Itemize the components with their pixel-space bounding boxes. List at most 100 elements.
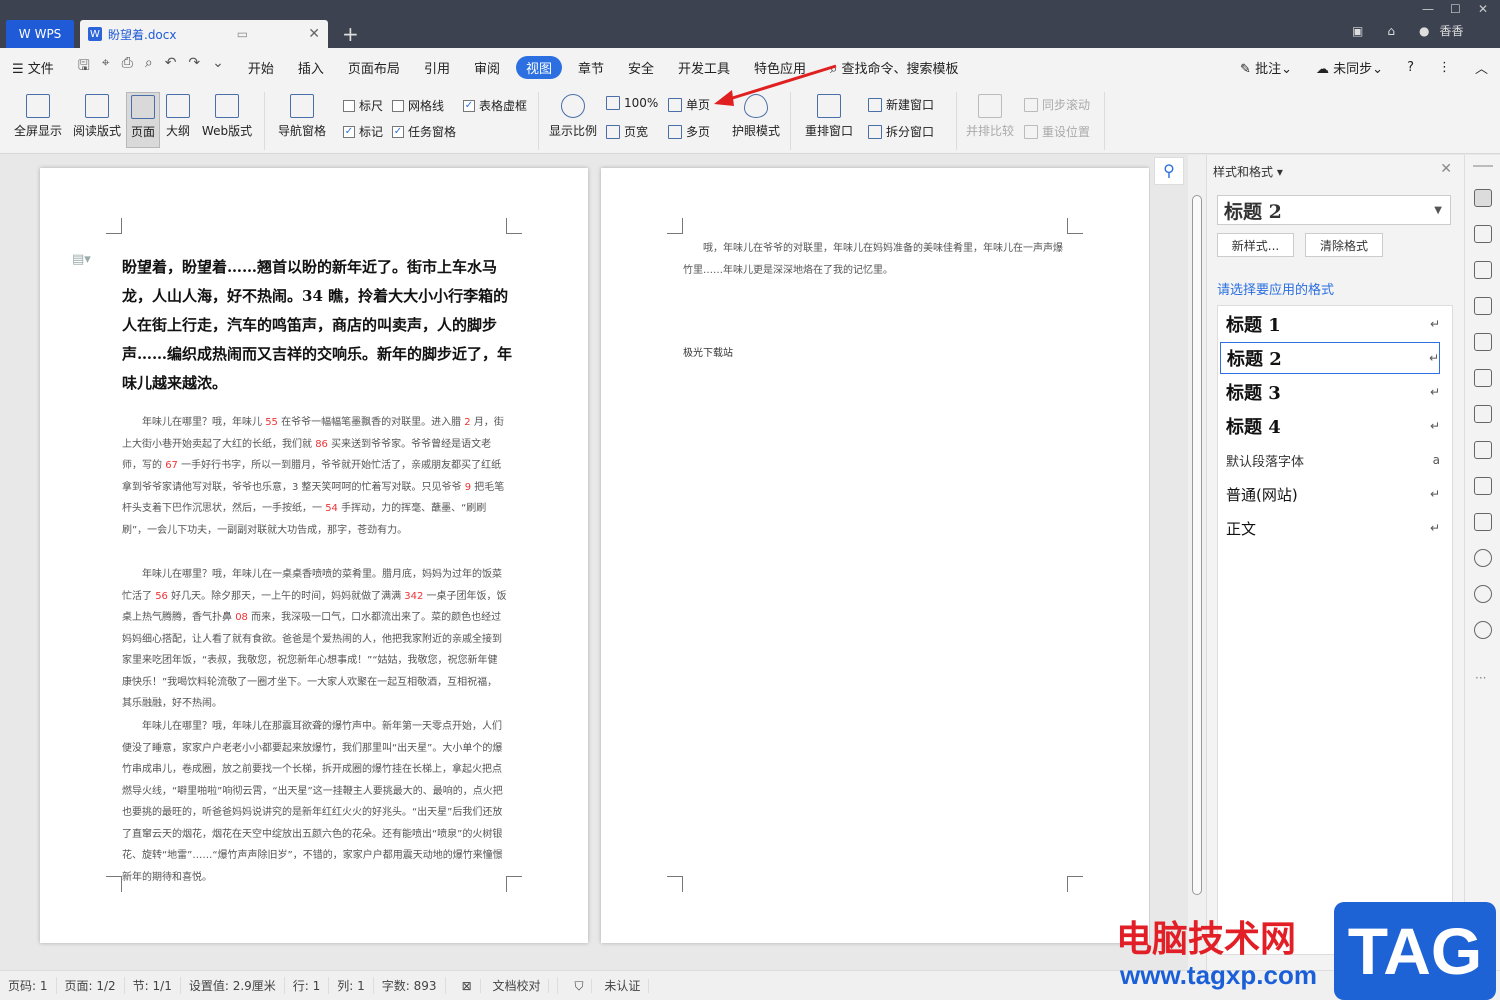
paragraph-2[interactable]: 年味儿在哪里？哦，年味儿在一桌桌香喷喷的菜肴里。腊月底，妈妈为过年的饭菜忙活了 … xyxy=(122,564,507,715)
translate-icon[interactable] xyxy=(1474,441,1492,459)
new-tab-button[interactable]: + xyxy=(342,22,359,46)
customize-dropdown-icon[interactable]: ⌄ xyxy=(212,55,224,79)
settings-sliders-icon[interactable] xyxy=(1474,369,1492,387)
select-cursor-icon[interactable] xyxy=(1474,225,1492,243)
tab-references[interactable]: 引用 xyxy=(412,58,462,77)
page-view-button[interactable]: 页面 xyxy=(126,92,160,148)
status-row[interactable]: 行: 1 xyxy=(285,977,330,994)
split-window-button[interactable]: 拆分窗口 xyxy=(868,123,934,140)
new-window-button[interactable]: 新建窗口 xyxy=(868,96,934,113)
gridlines-checkbox[interactable]: 网格线 xyxy=(392,97,444,114)
nav-pane-button[interactable]: 导航窗格 xyxy=(272,94,332,139)
current-style-select[interactable]: 标题 2 ▼ xyxy=(1217,195,1451,225)
close-panel-icon[interactable]: ✕ xyxy=(1440,161,1452,177)
style-normal-web[interactable]: 普通(网站) ↵ xyxy=(1220,478,1440,510)
user-name[interactable]: 香香 xyxy=(1439,22,1463,39)
outline-view-button[interactable]: 大纲 xyxy=(162,94,194,139)
tab-start[interactable]: 开始 xyxy=(236,58,286,77)
marks-checkbox[interactable]: ✓ 标记 xyxy=(343,123,383,140)
tab-chapter[interactable]: 章节 xyxy=(566,58,616,77)
ruler-checkbox[interactable]: 标尺 xyxy=(343,97,383,114)
table-gridlines-checkbox[interactable]: ✓ 表格虚框 xyxy=(463,97,527,114)
document-page-2[interactable]: 哦，年味儿在爷爷的对联里，年味儿在妈妈准备的美味佳肴里，年味儿在一声声爆竹里……… xyxy=(601,168,1149,943)
paragraph-1[interactable]: 年味儿在哪里？哦，年味儿 55 在爷爷一幅幅笔墨飘香的对联里。进入腊 2 月，街… xyxy=(122,412,507,541)
document-page-1[interactable]: ▤▾ 盼望着，盼望着……翘首以盼的新年近了。街市上车水马龙，人山人海，好不热闹。… xyxy=(40,168,588,943)
skin-icon[interactable]: ⌂ xyxy=(1387,24,1395,38)
drag-handle-icon[interactable] xyxy=(1473,165,1493,167)
proofread-button[interactable]: ⊠ 文档校对 xyxy=(446,977,559,994)
window-layout-icon[interactable]: ▣ xyxy=(1352,24,1363,38)
comment-button[interactable]: ✎ 批注⌄ xyxy=(1228,58,1304,77)
status-page[interactable]: 页面: 1/2 xyxy=(57,977,125,994)
status-page-number[interactable]: 页码: 1 xyxy=(0,977,57,994)
close-window-button[interactable]: ✕ xyxy=(1478,2,1488,16)
more-dots-icon[interactable]: ··· xyxy=(1475,671,1486,685)
web-layout-button[interactable]: Web版式 xyxy=(198,94,256,139)
style-default-font[interactable]: 默认段落字体 a xyxy=(1220,444,1440,476)
style-format-icon[interactable] xyxy=(1474,189,1492,207)
page-2-note[interactable]: 极光下载站 xyxy=(683,344,733,359)
location-pin-icon[interactable]: ⚲ xyxy=(1154,157,1184,185)
archive-icon[interactable] xyxy=(1474,477,1492,495)
clear-format-button[interactable]: 清除格式 xyxy=(1305,233,1383,257)
image-icon[interactable] xyxy=(1474,513,1492,531)
sync-button[interactable]: ☁ 未同步⌄ xyxy=(1304,58,1395,77)
reset-position-button[interactable]: 重设位置 xyxy=(1024,123,1090,140)
print-icon[interactable]: ⎙ xyxy=(122,55,133,79)
tab-page-layout[interactable]: 页面布局 xyxy=(336,58,412,77)
undo-icon[interactable]: ↶ xyxy=(165,55,177,79)
format-painter-icon[interactable]: ⌖ xyxy=(102,55,110,79)
task-pane-checkbox[interactable]: ✓ 任务窗格 xyxy=(392,123,456,140)
tab-insert[interactable]: 插入 xyxy=(286,58,336,77)
reading-layout-button[interactable]: 阅读版式 xyxy=(70,94,124,139)
page-width-button[interactable]: 页宽 xyxy=(606,123,648,140)
single-page-button[interactable]: 单页 xyxy=(668,96,710,113)
tab-security[interactable]: 安全 xyxy=(616,58,666,77)
shield-icon[interactable] xyxy=(1474,549,1492,567)
new-style-button[interactable]: 新样式... xyxy=(1217,233,1294,257)
style-body[interactable]: 正文 ↵ xyxy=(1220,512,1440,544)
vertical-scrollbar[interactable] xyxy=(1188,155,1206,970)
collapse-ribbon-icon[interactable]: ︿ xyxy=(1463,58,1500,77)
style-brush-icon[interactable] xyxy=(1474,297,1492,315)
print-preview-icon[interactable]: ⌕ xyxy=(145,55,153,79)
scroll-thumb[interactable] xyxy=(1192,195,1202,895)
tab-view[interactable]: 视图 xyxy=(515,55,562,79)
status-word-count[interactable]: 字数: 893 xyxy=(374,977,446,994)
table-icon[interactable] xyxy=(1474,333,1492,351)
side-by-side-button[interactable]: 并排比较 xyxy=(962,94,1018,139)
history-icon[interactable] xyxy=(1474,585,1492,603)
status-col[interactable]: 列: 1 xyxy=(329,977,374,994)
document-tab[interactable]: W 盼望着.docx ▭ ✕ xyxy=(80,20,328,48)
zoom-button[interactable]: 显示比例 xyxy=(546,94,600,139)
help-icon[interactable]: ? xyxy=(1395,60,1426,75)
redo-icon[interactable]: ↷ xyxy=(188,55,200,79)
close-tab-icon[interactable]: ✕ xyxy=(308,26,320,42)
shapes-icon[interactable] xyxy=(1474,261,1492,279)
page-2-paragraph[interactable]: 哦，年味儿在爷爷的对联里，年味儿在妈妈准备的美味佳肴里，年味儿在一声声爆竹里……… xyxy=(683,238,1068,282)
tab-review[interactable]: 审阅 xyxy=(462,58,512,77)
style-heading-4[interactable]: 标题 4 ↵ xyxy=(1220,410,1440,442)
certification-status[interactable]: ⛉ 未认证 xyxy=(558,977,657,994)
more-icon[interactable]: ⋮ xyxy=(1426,60,1463,75)
status-setting[interactable]: 设置值: 2.9厘米 xyxy=(181,977,285,994)
save-icon[interactable]: 🖫 xyxy=(78,55,90,79)
style-heading-3[interactable]: 标题 3 ↵ xyxy=(1220,376,1440,408)
style-heading-2[interactable]: 标题 2 ↵ xyxy=(1220,342,1440,374)
document-icon[interactable] xyxy=(1474,405,1492,423)
document-heading[interactable]: 盼望着，盼望着……翘首以盼的新年近了。街市上车水马龙，人山人海，好不热闹。34 … xyxy=(122,253,512,398)
fullscreen-button[interactable]: 全屏显示 xyxy=(10,94,66,139)
maximize-button[interactable]: ☐ xyxy=(1450,2,1461,16)
minimize-button[interactable]: — xyxy=(1422,2,1434,16)
wps-home-tab[interactable]: W WPS xyxy=(6,20,74,48)
multi-page-button[interactable]: 多页 xyxy=(668,123,710,140)
help-circle-icon[interactable] xyxy=(1474,621,1492,639)
window-mode-icon[interactable]: ▭ xyxy=(237,27,248,41)
paragraph-3[interactable]: 年味儿在哪里？哦，年味儿在那震耳欲聋的爆竹声中。新年第一天零点开始，人们便没了睡… xyxy=(122,716,507,888)
paragraph-handle-icon[interactable]: ▤▾ xyxy=(72,252,91,267)
panel-title[interactable]: 样式和格式 ▾ xyxy=(1213,163,1283,180)
zoom-100-button[interactable]: 100% xyxy=(606,96,658,110)
style-heading-1[interactable]: 标题 1 ↵ xyxy=(1220,308,1440,340)
status-section[interactable]: 节: 1/1 xyxy=(125,977,181,994)
avatar[interactable]: ● xyxy=(1419,24,1429,38)
